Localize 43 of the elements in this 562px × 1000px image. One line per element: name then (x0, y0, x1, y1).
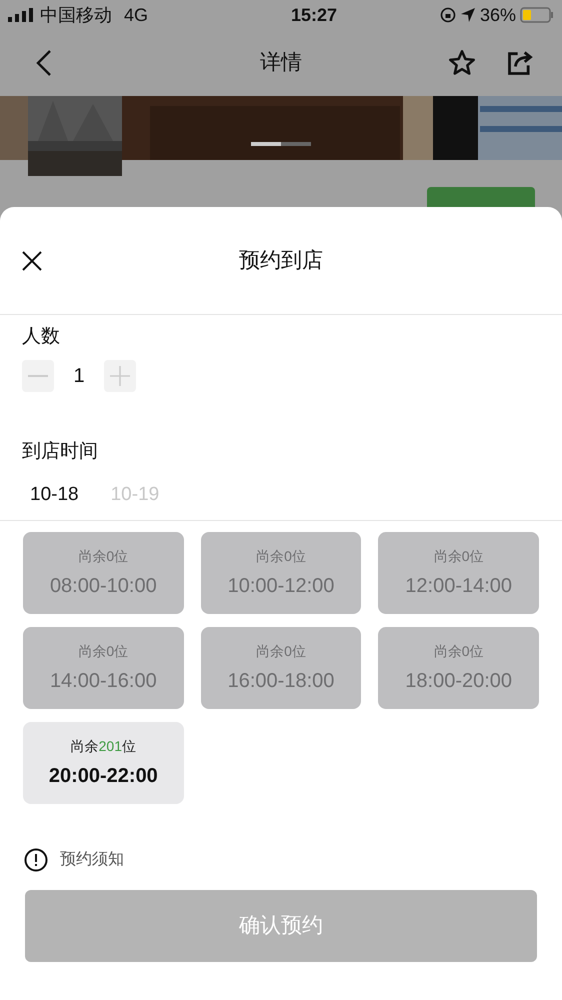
battery-icon (520, 7, 554, 23)
date-tab[interactable]: 10-18 (30, 478, 79, 512)
remaining-seats: 尚余0位 (78, 640, 128, 662)
sheet-title: 预约到店 (239, 248, 323, 274)
slot-time: 20:00-22:00 (48, 764, 158, 788)
slot-time: 12:00-14:00 (405, 574, 512, 598)
clock-time: 15:27 (290, 4, 338, 26)
battery-percent: 36% (480, 4, 516, 26)
time-slot[interactable]: 尚余0位 10:00-12:00 (200, 532, 362, 614)
slot-time: 08:00-10:00 (50, 574, 157, 598)
slot-time: 16:00-18:00 (228, 668, 334, 694)
slot-time: 14:00-16:00 (50, 668, 157, 694)
time-slot[interactable]: 尚余0位 14:00-16:00 (23, 627, 184, 709)
time-slot[interactable]: 尚余0位 18:00-20:00 (378, 627, 539, 709)
remaining-seats: 尚余0位 (78, 546, 128, 566)
party-size-label: 人数 (22, 325, 61, 349)
remaining-seats: 尚余0位 (434, 546, 484, 566)
remaining-seats: 尚余0位 (256, 640, 306, 662)
time-slot[interactable]: 尚余0位 08:00-10:00 (23, 532, 184, 614)
carrier-name: 中国移动 (40, 4, 112, 26)
page-title: 详情 (260, 50, 302, 76)
arrival-time-label: 到店时间 (22, 440, 99, 464)
remaining-seats: 尚余201位 (70, 736, 136, 756)
close-icon[interactable] (22, 250, 42, 270)
slot-time: 10:00-12:00 (228, 574, 334, 598)
back-icon[interactable] (36, 49, 52, 77)
location-arrow-icon (460, 7, 476, 23)
rotation-lock-icon (440, 7, 456, 23)
minus-icon (28, 374, 48, 376)
signal-icon (8, 8, 36, 22)
share-icon[interactable] (506, 49, 534, 77)
time-slot[interactable]: 尚余0位 16:00-18:00 (200, 627, 362, 709)
time-slot[interactable]: 尚余0位 12:00-14:00 (378, 532, 539, 614)
network-type: 4G (124, 4, 148, 26)
slot-time: 18:00-20:00 (405, 668, 512, 694)
party-count: 1 (72, 364, 86, 388)
exclamation-icon (24, 848, 48, 872)
booking-notice-link[interactable]: 预约须知 (60, 848, 124, 872)
time-slot[interactable]: 尚余201位 20:00-22:00 (23, 722, 184, 804)
remaining-seats: 尚余0位 (256, 546, 306, 566)
star-icon[interactable] (448, 49, 476, 77)
plus-icon (110, 366, 130, 386)
remaining-seats: 尚余0位 (434, 640, 484, 662)
